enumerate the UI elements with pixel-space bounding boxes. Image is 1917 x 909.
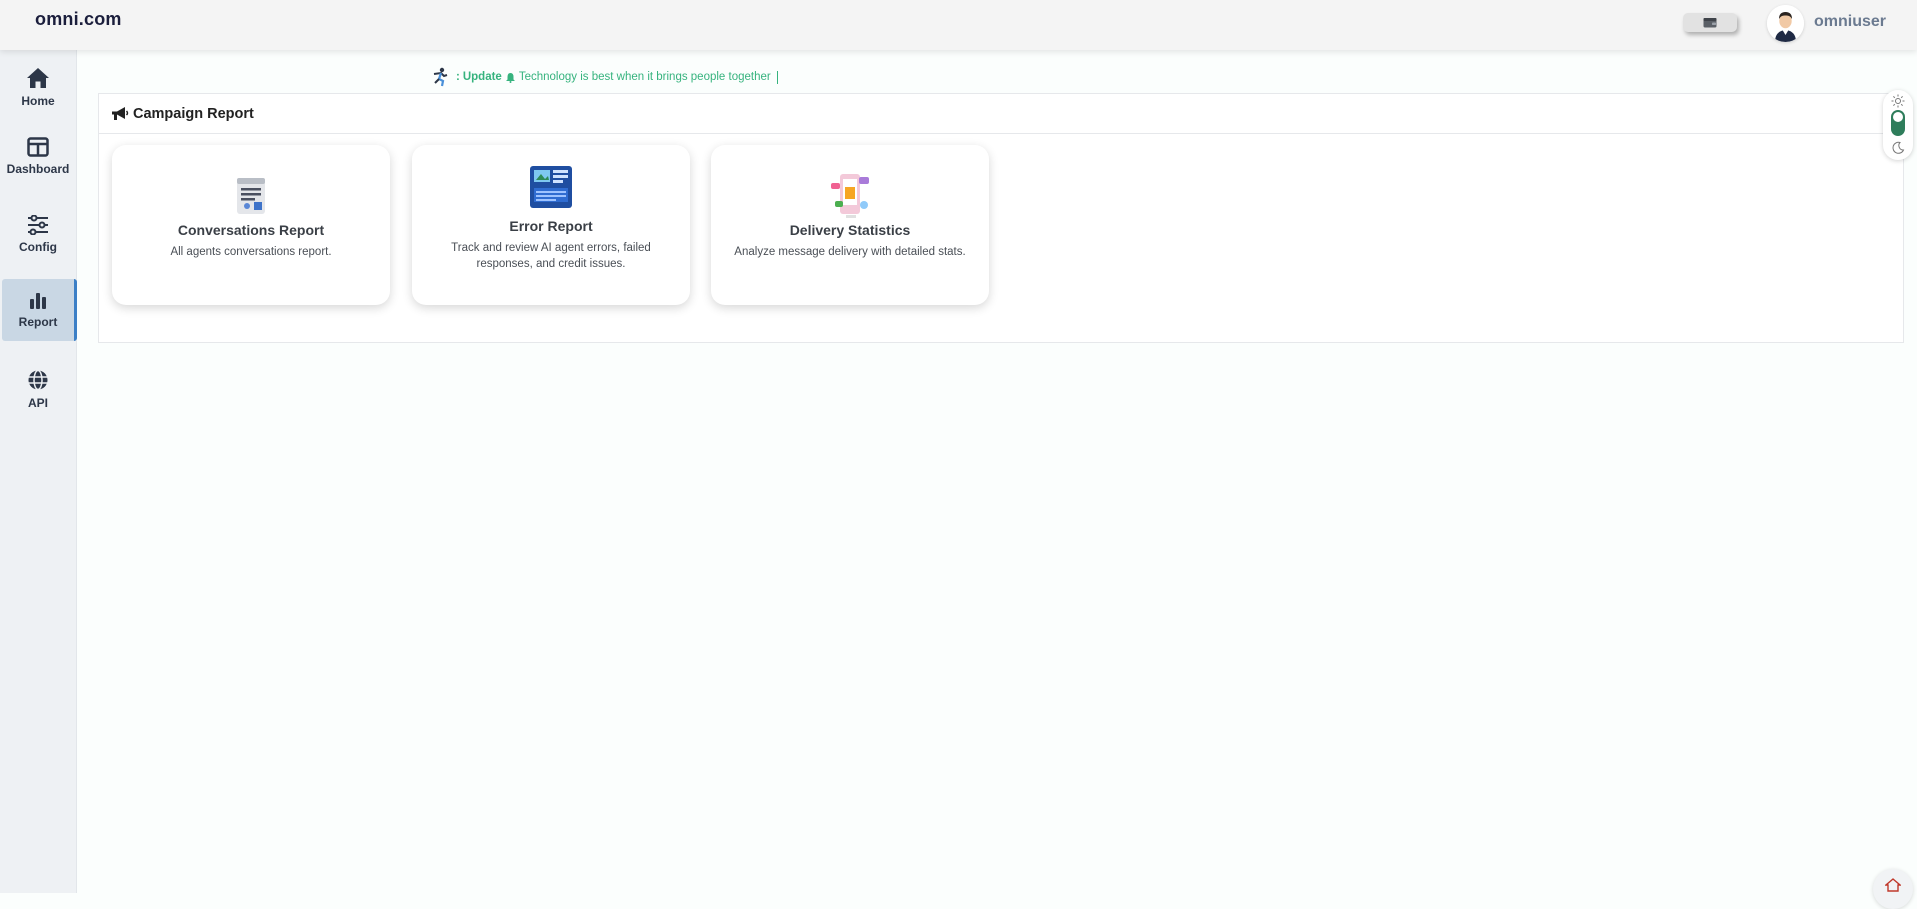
theme-toggle[interactable]: [1883, 90, 1913, 160]
sidebar-item-label: Dashboard: [6, 161, 70, 176]
sidebar-item-label: Home: [21, 93, 55, 108]
wallet-icon: [1703, 18, 1717, 28]
conversations-report-card[interactable]: Conversations Report All agents conversa…: [112, 145, 390, 305]
sidebar-item-report[interactable]: Report: [2, 279, 77, 341]
error-report-card[interactable]: Error Report Track and review AI agent e…: [412, 145, 690, 305]
card-title: Delivery Statistics: [789, 222, 911, 238]
ticker-update-label: Update: [462, 71, 502, 83]
report-document-icon: [237, 178, 265, 214]
theme-switch-track[interactable]: [1891, 110, 1905, 136]
delivery-stats-icon: [831, 174, 869, 218]
runner-icon: [433, 67, 448, 87]
moon-icon: [1892, 141, 1905, 154]
top-bar: omni.com omniuser: [0, 0, 1917, 50]
home-fab-button[interactable]: [1873, 869, 1913, 909]
dashboard-icon: [27, 136, 49, 157]
megaphone-icon: [112, 106, 129, 120]
user-avatar[interactable]: [1767, 5, 1804, 42]
home-icon: [27, 67, 49, 88]
card-description: All agents conversations report.: [170, 246, 332, 258]
card-title: Conversations Report: [177, 222, 325, 238]
bell-icon: [505, 72, 515, 83]
delivery-statistics-card[interactable]: Delivery Statistics Analyze message deli…: [711, 145, 989, 305]
sidebar-item-api[interactable]: API: [2, 358, 74, 420]
wallet-button[interactable]: [1683, 13, 1737, 32]
sidebar-item-home[interactable]: Home: [2, 56, 74, 118]
sun-icon: [1891, 94, 1905, 108]
sidebar-item-dashboard[interactable]: Dashboard: [2, 125, 74, 187]
bar-chart-icon: [30, 292, 46, 309]
sliders-icon: [28, 214, 48, 235]
panel-header: Campaign Report: [99, 94, 1903, 134]
card-title: Error Report: [509, 218, 593, 234]
ticker-message: Technology is best when it brings people…: [518, 71, 771, 83]
sidebar-item-config[interactable]: Config: [2, 203, 74, 265]
card-description: Analyze message delivery with detailed s…: [734, 246, 966, 258]
username[interactable]: omniuser: [1814, 13, 1886, 31]
globe-icon: [28, 369, 48, 390]
panel-title: Campaign Report: [133, 105, 254, 122]
home-icon: [1885, 878, 1901, 892]
update-ticker: : Update Technology is best when it brin…: [430, 67, 778, 87]
theme-switch-knob: [1893, 112, 1903, 122]
card-description: Track and review AI agent errors, failed…: [451, 242, 651, 270]
sidebar: Home Dashboard Config Report API: [0, 50, 77, 893]
error-report-icon: [530, 166, 572, 208]
brand-logo[interactable]: omni.com: [35, 9, 122, 30]
ticker-prefix: :: [456, 71, 460, 83]
sidebar-item-label: API: [27, 395, 48, 410]
sidebar-item-label: Config: [19, 239, 57, 254]
ticker-caret: [776, 70, 778, 84]
sidebar-item-label: Report: [18, 314, 58, 329]
